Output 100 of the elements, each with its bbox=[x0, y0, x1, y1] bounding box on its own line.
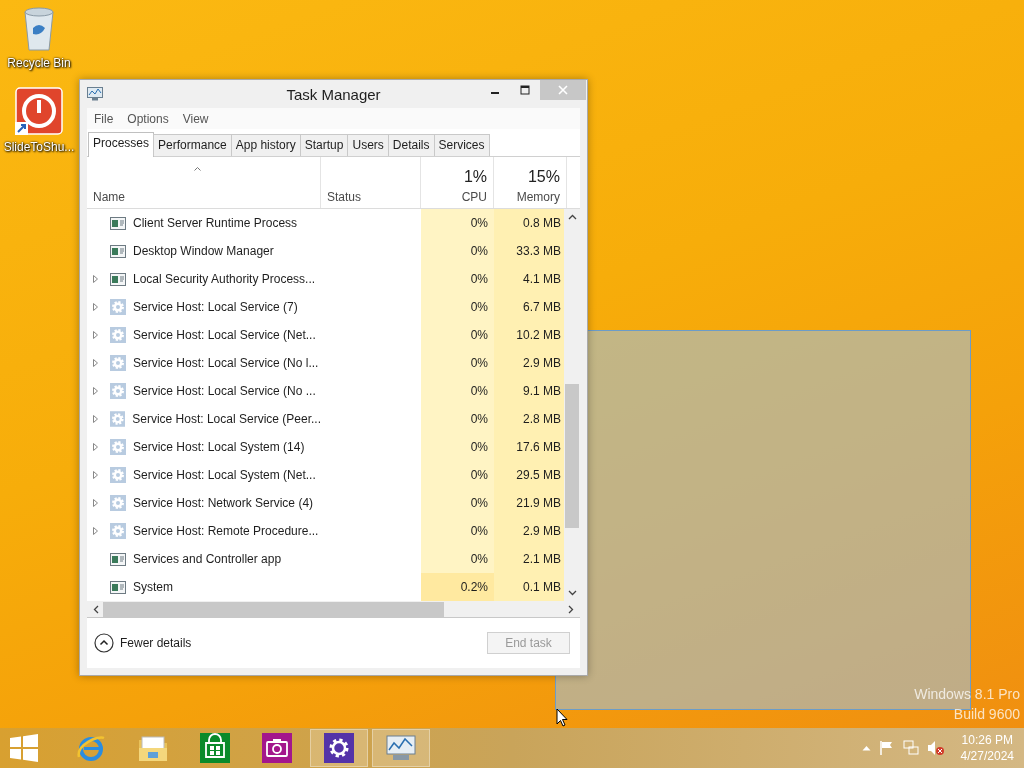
cpu-total-percent: 1% bbox=[463, 168, 487, 187]
expand-arrow-icon[interactable] bbox=[93, 359, 98, 368]
watermark-text: Build 9600 bbox=[953, 705, 1020, 724]
flag-icon[interactable] bbox=[878, 740, 895, 756]
tab[interactable]: Processes bbox=[88, 132, 155, 157]
show-hidden-icons-icon[interactable] bbox=[861, 745, 871, 751]
process-name: Service Host: Local System (Net... bbox=[133, 468, 316, 483]
menu-item[interactable]: File bbox=[94, 111, 114, 126]
process-name: Desktop Window Manager bbox=[133, 244, 274, 259]
process-name: Service Host: Local Service (No ... bbox=[133, 384, 316, 399]
mouse-pointer-icon bbox=[556, 708, 568, 727]
column-header[interactable]: Name bbox=[93, 190, 314, 205]
app-window-icon bbox=[110, 552, 126, 566]
app-window-icon bbox=[110, 272, 126, 286]
tab[interactable]: Startup bbox=[299, 134, 349, 156]
cpu-cell: 0% bbox=[421, 433, 494, 462]
expand-arrow-icon[interactable] bbox=[93, 275, 98, 284]
process-name: Service Host: Local Service (No l... bbox=[133, 356, 319, 371]
speaker-muted-icon[interactable] bbox=[926, 740, 945, 756]
process-name: Service Host: Local Service (7) bbox=[133, 300, 298, 315]
folder-icon bbox=[138, 734, 168, 762]
windows-logo-icon[interactable] bbox=[10, 734, 38, 762]
cpu-cell: 0% bbox=[421, 293, 494, 322]
memory-cell: 33.3 MB bbox=[494, 237, 564, 266]
shopping-bag-icon bbox=[200, 733, 230, 763]
memory-cell: 2.8 MB bbox=[494, 405, 564, 434]
cpu-cell: 0% bbox=[421, 517, 494, 546]
maximize-icon bbox=[520, 85, 530, 95]
memory-cell: 0.1 MB bbox=[494, 573, 564, 602]
power-shortcut-icon[interactable] bbox=[14, 86, 64, 136]
process-name: Service Host: Local System (14) bbox=[133, 440, 305, 455]
memory-cell: 29.5 MB bbox=[494, 461, 564, 490]
gear-icon bbox=[109, 411, 126, 428]
expand-arrow-icon[interactable] bbox=[93, 303, 98, 312]
memory-cell: 0.8 MB bbox=[494, 209, 564, 238]
cpu-cell: 0% bbox=[421, 349, 494, 378]
process-name: Local Security Authority Process... bbox=[133, 272, 316, 287]
process-name: Client Server Runtime Process bbox=[133, 216, 298, 231]
cpu-cell: 0% bbox=[421, 377, 494, 406]
expand-arrow-icon[interactable] bbox=[93, 415, 98, 424]
gear-icon bbox=[110, 495, 126, 512]
tab[interactable]: Details bbox=[387, 134, 435, 156]
gear-icon bbox=[110, 299, 126, 316]
collapse-circle-icon[interactable] bbox=[94, 633, 114, 653]
gear-icon bbox=[110, 523, 126, 540]
tab[interactable]: Services bbox=[433, 134, 490, 156]
cpu-cell: 0% bbox=[421, 545, 494, 574]
expand-arrow-icon[interactable] bbox=[93, 387, 98, 396]
menu-item[interactable]: View bbox=[182, 111, 209, 126]
cpu-cell: 0% bbox=[421, 265, 494, 294]
cpu-cell: 0.2% bbox=[421, 573, 494, 602]
cpu-cell: 0% bbox=[421, 209, 494, 238]
memory-cell: 9.1 MB bbox=[494, 377, 564, 406]
taskbar-button[interactable] bbox=[310, 729, 368, 767]
cpu-cell: 0% bbox=[421, 489, 494, 518]
close-icon bbox=[558, 85, 568, 95]
gear-icon bbox=[110, 467, 126, 484]
gear-icon bbox=[110, 327, 126, 344]
app-window-icon bbox=[110, 244, 126, 258]
cpu-cell: 0% bbox=[421, 405, 494, 434]
memory-cell: 4.1 MB bbox=[494, 265, 564, 294]
tab[interactable]: App history bbox=[230, 134, 301, 156]
expand-arrow-icon[interactable] bbox=[93, 499, 98, 508]
desktop-icon-label: SlideToShu... bbox=[3, 140, 75, 154]
tab[interactable]: Users bbox=[347, 134, 389, 156]
minimize-icon bbox=[491, 92, 499, 94]
window-title: Task Manager bbox=[286, 85, 381, 103]
process-name: Services and Controller app bbox=[133, 552, 282, 567]
process-name: Service Host: Local Service (Net... bbox=[133, 328, 316, 343]
app-window-icon bbox=[110, 580, 126, 594]
process-name: System bbox=[133, 580, 173, 595]
process-name: Service Host: Network Service (4) bbox=[133, 496, 314, 511]
column-header[interactable]: Status bbox=[327, 190, 414, 205]
expand-arrow-icon[interactable] bbox=[93, 443, 98, 452]
cpu-cell: 0% bbox=[421, 461, 494, 490]
process-name: Service Host: Remote Procedure... bbox=[133, 524, 319, 539]
memory-cell: 6.7 MB bbox=[494, 293, 564, 322]
gear-icon bbox=[110, 355, 126, 372]
task-manager-icon bbox=[87, 87, 103, 101]
sort-caret-icon bbox=[194, 167, 201, 171]
settings-icon bbox=[324, 733, 354, 763]
recycle-bin-icon[interactable] bbox=[21, 6, 57, 52]
browser-e-icon bbox=[76, 733, 106, 763]
expand-arrow-icon[interactable] bbox=[93, 527, 98, 536]
menu-item[interactable]: Options bbox=[127, 111, 169, 126]
fewer-details-link[interactable]: Fewer details bbox=[120, 636, 192, 650]
column-header[interactable]: Memory bbox=[516, 190, 560, 205]
expand-arrow-icon[interactable] bbox=[93, 471, 98, 480]
tab[interactable]: Performance bbox=[153, 134, 232, 156]
memory-cell: 2.1 MB bbox=[494, 545, 564, 574]
desktop-icon-label: Recycle Bin bbox=[7, 56, 71, 70]
expand-arrow-icon[interactable] bbox=[93, 331, 98, 340]
memory-cell: 2.9 MB bbox=[494, 517, 564, 546]
memory-cell: 2.9 MB bbox=[494, 349, 564, 378]
app-window-icon bbox=[110, 216, 126, 230]
cpu-cell: 0% bbox=[421, 321, 494, 350]
column-header[interactable]: CPU bbox=[461, 190, 487, 205]
memory-cell: 10.2 MB bbox=[494, 321, 564, 350]
gear-icon bbox=[110, 439, 126, 456]
memory-total-percent: 15% bbox=[527, 168, 560, 187]
